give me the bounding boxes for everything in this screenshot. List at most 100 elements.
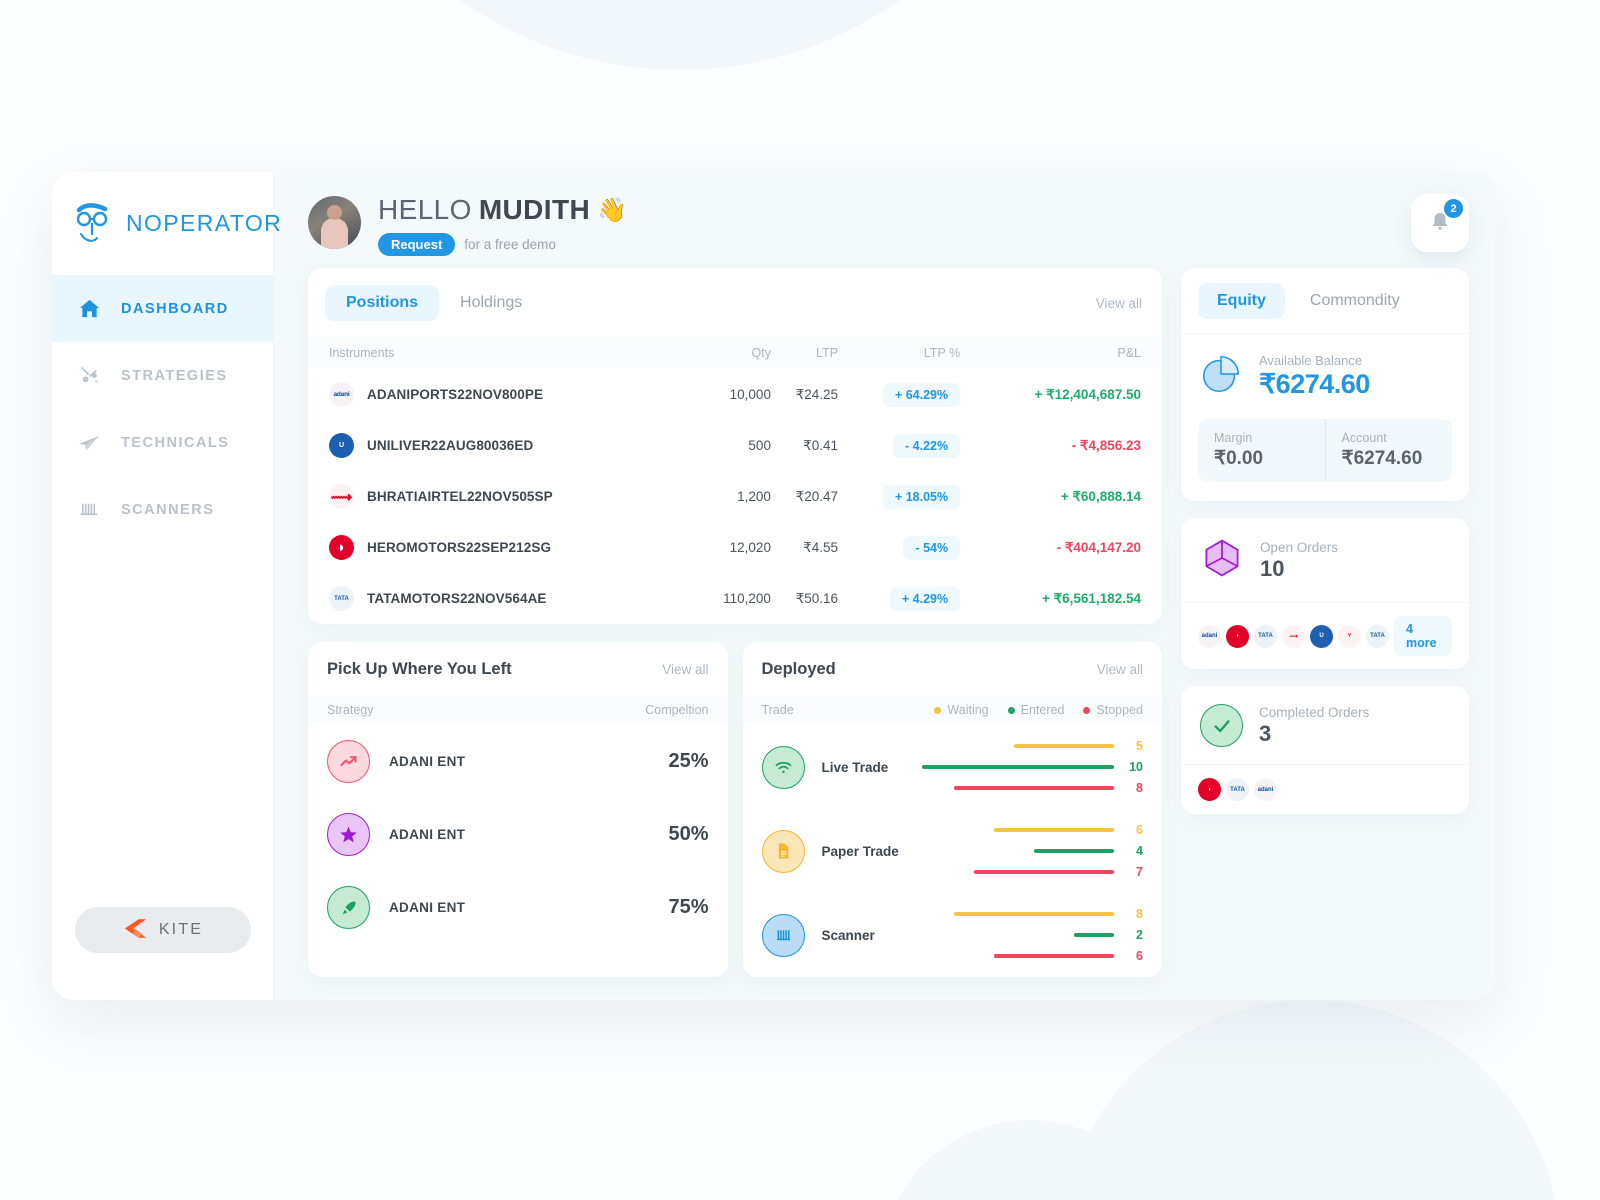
greeting-line: HELLO MUDITH 👋: [378, 194, 627, 226]
qty-cell: 12,020: [729, 540, 771, 555]
instrument-name: BHRATIAIRTEL22NOV505SP: [367, 489, 553, 504]
brand[interactable]: NOPERATOR: [52, 172, 281, 275]
bar-fill: [954, 786, 1114, 790]
ltp-cell: ₹4.55: [803, 539, 838, 555]
pickup-card: Pick Up Where You Left View all Strategy…: [308, 642, 728, 977]
completion-pct: 75%: [668, 896, 709, 918]
noperator-face-logo: [71, 201, 113, 247]
page-root: NOPERATOR DASHBOARD × × STRATEGIES TECHN…: [0, 0, 1600, 1200]
col-qty: Qty: [695, 337, 771, 369]
open-orders-top: Open Orders 10: [1181, 518, 1469, 602]
brand-name: NOPERATOR: [126, 210, 283, 236]
sidebar-item-strategies[interactable]: × × STRATEGIES: [52, 342, 273, 409]
bar-value: 5: [1136, 739, 1143, 753]
right-column: Equity Commondity Available Balance ₹627…: [1181, 268, 1469, 1000]
account-label: Account: [1341, 431, 1387, 445]
completed-orders-text: Completed Orders 3: [1259, 705, 1369, 747]
kite-button[interactable]: KITE: [74, 907, 251, 953]
tab-commondity[interactable]: Commondity: [1291, 283, 1419, 319]
svg-text:×: ×: [79, 364, 83, 373]
deployed-bars: 5 10 8: [914, 739, 1143, 795]
positions-card: Positions Holdings View all Instruments …: [308, 268, 1162, 624]
tata-logo-icon: TATA: [1254, 624, 1277, 648]
nodes-icon: × ×: [74, 361, 104, 391]
sidebar-item-label: STRATEGIES: [121, 367, 228, 384]
completion-pct: 25%: [668, 750, 709, 772]
ltp-cell: ₹24.25: [795, 386, 838, 402]
bar-waiting: 6: [922, 823, 1143, 837]
instrument-name: TATAMOTORS22NOV564AE: [367, 591, 547, 606]
user-avatar[interactable]: [308, 196, 361, 249]
sidebar-item-scanners[interactable]: SCANNERS: [52, 476, 273, 543]
user-name: MUDITH: [478, 194, 591, 225]
tab-holdings[interactable]: Holdings: [439, 285, 543, 321]
legend-dot-icon: [1083, 706, 1091, 714]
pickup-view-all[interactable]: View all: [662, 662, 708, 677]
bar-stopped: 8: [922, 781, 1143, 795]
open-orders-text: Open Orders 10: [1260, 540, 1338, 582]
bar-value: 10: [1129, 760, 1143, 774]
deployed-bars: 6 4 7: [914, 823, 1143, 879]
balance-row: Available Balance ₹6274.60: [1198, 351, 1452, 402]
col-pl: P&L: [960, 337, 1162, 369]
bar-value: 8: [1136, 781, 1143, 795]
table-row[interactable]: adani ADANIPORTS22NOV800PE 10,000 ₹24.25 …: [308, 369, 1162, 420]
notification-badge: 2: [1444, 199, 1463, 218]
main-content: HELLO MUDITH 👋 Request for a free demo 2: [274, 172, 1495, 1000]
greeting-block: HELLO MUDITH 👋 Request for a free demo: [378, 194, 627, 256]
positions-header: Positions Holdings View all: [308, 268, 1162, 337]
strategy-name: ADANI ENT: [389, 900, 466, 915]
deployed-view-all[interactable]: View all: [1097, 662, 1143, 677]
star-icon: [327, 813, 370, 856]
barcode-icon: [761, 913, 805, 957]
equity-body: Available Balance ₹6274.60 Margin ₹0.00: [1181, 333, 1469, 501]
table-row[interactable]: ⟿ BHRATIAIRTEL22NOV505SP 1,200 ₹20.47 + 1…: [308, 471, 1162, 522]
list-item[interactable]: Live Trade 5 10 8: [743, 725, 1163, 809]
qty-cell: 110,200: [723, 591, 771, 606]
list-item[interactable]: Scanner 8 2 6: [743, 893, 1163, 977]
strategy-name: ADANI ENT: [389, 827, 466, 842]
ltp-pct-badge: - 54%: [903, 535, 961, 560]
list-item[interactable]: ADANI ENT 50%: [308, 798, 728, 871]
account-value: ₹6274.60: [1341, 448, 1423, 469]
more-orders-button[interactable]: 4 more: [1394, 616, 1452, 656]
ltp-cell: ₹0.41: [803, 437, 838, 453]
table-row[interactable]: TATA TATAMOTORS22NOV564AE 110,200 ₹50.16 …: [308, 573, 1162, 624]
col-instruments: Instruments: [308, 337, 696, 369]
list-item[interactable]: ADANI ENT 25%: [308, 725, 728, 798]
tab-positions[interactable]: Positions: [325, 285, 440, 321]
bar-waiting: 8: [922, 907, 1143, 921]
ltp-pct-badge: - 4.22%: [893, 433, 961, 458]
pl-cell: + ₹6,561,182.54: [1041, 590, 1141, 606]
bar-value: 6: [1136, 949, 1143, 963]
document-icon: [761, 829, 805, 873]
margin-label: Margin: [1214, 431, 1253, 445]
bar-fill: [994, 954, 1114, 958]
table-row[interactable]: U UNILIVER22AUG80036ED 500 ₹0.41 - 4.22% …: [308, 420, 1162, 471]
legend-label: Entered: [1020, 703, 1065, 717]
tab-equity[interactable]: Equity: [1198, 283, 1285, 319]
account-cell: Account ₹6274.60: [1324, 419, 1453, 482]
kite-button-label: KITE: [158, 921, 204, 938]
sidebar-item-technicals[interactable]: TECHNICALS: [52, 409, 273, 476]
completed-orders-top: Completed Orders 3: [1181, 686, 1469, 764]
sidebar: NOPERATOR DASHBOARD × × STRATEGIES TECHN…: [52, 172, 281, 1000]
ltp-pct-badge: + 4.29%: [889, 586, 961, 611]
bar-entered: 4: [922, 844, 1143, 858]
instrument-name: UNILIVER22AUG80036ED: [367, 438, 534, 453]
legend-waiting: Waiting: [934, 703, 989, 717]
mahindra-logo-icon: ⑂: [1338, 624, 1361, 648]
equity-card: Equity Commondity Available Balance ₹627…: [1181, 268, 1469, 501]
positions-view-all[interactable]: View all: [1096, 296, 1142, 311]
trade-name: Scanner: [821, 927, 875, 943]
app-window: NOPERATOR DASHBOARD × × STRATEGIES TECHN…: [52, 172, 1495, 1000]
list-item[interactable]: ADANI ENT 75%: [308, 871, 728, 944]
list-item[interactable]: Paper Trade 6 4 7: [743, 809, 1163, 893]
sidebar-item-dashboard[interactable]: DASHBOARD: [52, 275, 273, 342]
bar-entered: 2: [922, 928, 1143, 942]
request-demo-button[interactable]: Request: [378, 233, 456, 256]
notification-button[interactable]: 2: [1411, 194, 1469, 252]
table-row[interactable]: ◗ HEROMOTORS22SEP212SG 12,020 ₹4.55 - 54%…: [308, 522, 1162, 573]
margin-value: ₹0.00: [1214, 448, 1264, 469]
discover-section: DISCOVER STRATEGIES i Filters View all: [308, 995, 1162, 1000]
